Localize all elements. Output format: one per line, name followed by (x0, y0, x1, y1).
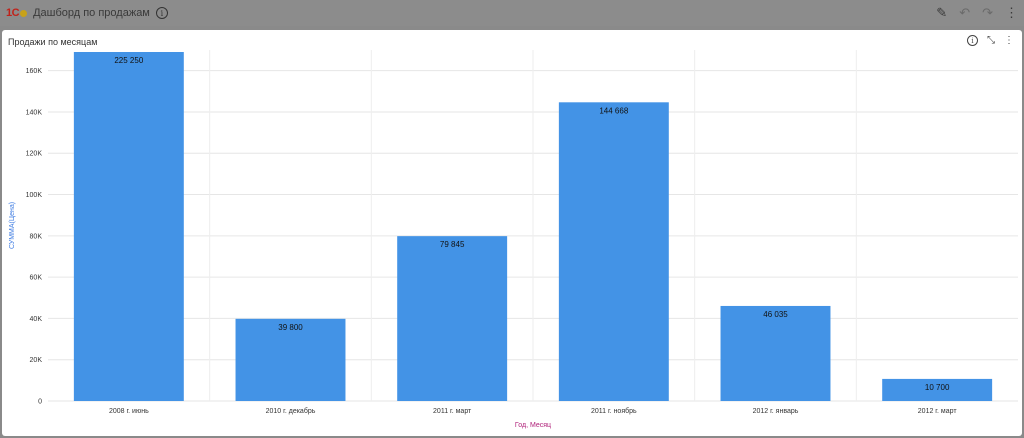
y-tick-label: 140K (26, 109, 43, 116)
y-tick-label: 160K (26, 68, 43, 75)
app-logo: 1C (6, 0, 28, 26)
x-tick-label: 2012 г. январь (753, 408, 799, 415)
data-label: 39 800 (278, 323, 303, 332)
data-label: 79 845 (440, 240, 465, 249)
bar[interactable] (73, 30, 184, 401)
chart-panel: Продажи по месяцам i ⤡ ⋮ 0 20K 40K 60K 80K 10… (2, 30, 1022, 436)
undo-icon[interactable]: ↶ (959, 5, 970, 21)
y-tick-label: 20K (30, 357, 43, 364)
bar-chart: 0 20K 40K 60K 80K 100K 120K 140K 160K 225 250 2008… (9, 30, 1018, 429)
data-label: 225 250 (114, 56, 143, 65)
x-tick-label: 2011 г. март (433, 408, 472, 415)
y-tick-label: 0 (38, 399, 42, 406)
app-title: Дашборд по продажам (33, 7, 150, 19)
data-label: 144 668 (599, 106, 628, 115)
header-actions: ✎ ↶ ↷ ⋮ (936, 5, 1018, 21)
x-tick-label: 2008 г. июнь (109, 408, 149, 415)
app-header: 1C Дашборд по продажам i ✎ ↶ ↷ ⋮ (0, 0, 1024, 26)
redo-icon[interactable]: ↷ (982, 5, 993, 21)
edit-icon[interactable]: ✎ (936, 5, 947, 21)
x-axis-label: Год, Месяц (515, 422, 551, 429)
bar[interactable] (720, 305, 831, 401)
y-tick-label: 60K (30, 275, 43, 282)
bar[interactable] (558, 102, 669, 401)
y-axis-label: СУММА(Цена) (9, 202, 16, 249)
bar[interactable] (397, 236, 508, 401)
chart-grid (48, 50, 1018, 402)
x-tick-label: 2010 г. декабрь (266, 407, 316, 415)
x-tick-label: 2011 г. ноябрь (591, 407, 637, 415)
data-label: 46 035 (763, 310, 788, 319)
y-tick-label: 80K (30, 233, 43, 240)
x-tick-label: 2012 г. март (918, 408, 958, 415)
data-label: 10 700 (925, 383, 950, 392)
more-vert-icon[interactable]: ⋮ (1005, 5, 1018, 21)
y-tick-label: 120K (26, 151, 43, 158)
y-tick-label: 40K (30, 316, 43, 323)
info-icon[interactable]: i (155, 7, 168, 19)
y-tick-label: 100K (26, 192, 43, 199)
